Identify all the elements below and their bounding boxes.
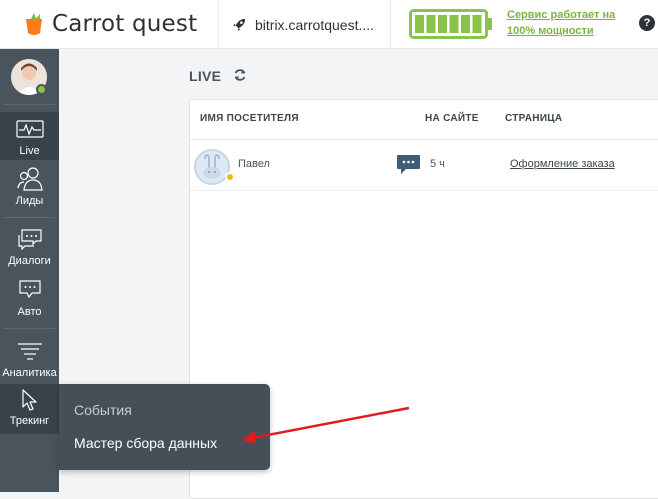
current-page-link[interactable]: Оформление заказа bbox=[510, 158, 615, 170]
sidebar-item-dialogs[interactable]: Диалоги bbox=[0, 226, 59, 272]
table-row-divider bbox=[190, 190, 658, 191]
column-header-visitor[interactable]: ИМЯ ПОСЕТИТЕЛЯ bbox=[200, 113, 299, 124]
analytics-icon bbox=[17, 343, 42, 360]
column-header-on-site[interactable]: НА САЙТЕ bbox=[425, 113, 479, 124]
sidebar-item-leads[interactable]: Лиды bbox=[0, 164, 59, 210]
sidebar: Live Лиды Диалоги Авто Аналитика Трекинг bbox=[0, 49, 59, 492]
tracking-popup-menu: События Мастер сбора данных bbox=[59, 384, 270, 470]
sidebar-item-label: Диалоги bbox=[8, 255, 51, 267]
table-header-divider bbox=[190, 139, 658, 140]
sidebar-item-tracking[interactable]: Трекинг bbox=[0, 384, 59, 434]
battery-icon bbox=[409, 9, 493, 44]
service-status-link[interactable]: Сервис работает на 100% мощности bbox=[507, 7, 622, 39]
page-title: LIVE bbox=[189, 68, 222, 84]
site-name: bitrix.carrotquest.... bbox=[255, 16, 375, 33]
menu-item-events[interactable]: События bbox=[74, 402, 132, 418]
users-icon bbox=[16, 167, 43, 191]
chat-bubbles-icon bbox=[17, 229, 42, 251]
away-status-dot bbox=[225, 172, 235, 182]
cursor-icon bbox=[21, 389, 37, 411]
sidebar-item-label: Трекинг bbox=[9, 415, 50, 427]
site-selector[interactable]: bitrix.carrotquest.... bbox=[232, 0, 374, 49]
sidebar-item-label: Аналитика bbox=[2, 367, 57, 379]
brand-logo[interactable]: Carrot quest bbox=[22, 9, 197, 39]
sidebar-item-analytics[interactable]: Аналитика bbox=[0, 338, 59, 384]
visitor-avatar bbox=[194, 149, 230, 185]
header-divider bbox=[390, 0, 391, 49]
brand-name: Carrot quest bbox=[52, 11, 198, 37]
carrot-logo-icon bbox=[26, 13, 42, 35]
sidebar-divider bbox=[4, 328, 55, 329]
visitor-name[interactable]: Павел bbox=[238, 158, 270, 170]
header-divider bbox=[218, 0, 219, 49]
chat-icon[interactable] bbox=[396, 154, 421, 176]
pulse-monitor-icon bbox=[15, 120, 44, 138]
help-icon[interactable]: ? bbox=[639, 15, 655, 31]
menu-item-data-collection-wizard[interactable]: Мастер сбора данных bbox=[74, 435, 217, 451]
column-header-page[interactable]: СТРАНИЦА bbox=[505, 113, 562, 124]
sidebar-item-label: Авто bbox=[17, 306, 42, 318]
sidebar-item-label: Live bbox=[19, 145, 40, 157]
top-bar: Carrot quest bitrix.carrotquest.... Серв… bbox=[0, 0, 658, 49]
sidebar-divider bbox=[4, 104, 55, 105]
sidebar-item-live[interactable]: Live bbox=[0, 112, 59, 160]
sidebar-item-label: Лиды bbox=[15, 195, 44, 207]
sidebar-item-auto[interactable]: Авто bbox=[0, 277, 59, 323]
time-on-site: 5 ч bbox=[430, 158, 445, 170]
sidebar-divider bbox=[4, 217, 55, 218]
auto-message-icon bbox=[18, 280, 41, 299]
online-status-dot bbox=[36, 84, 47, 95]
rocket-icon bbox=[232, 18, 246, 32]
refresh-icon[interactable] bbox=[233, 68, 247, 82]
